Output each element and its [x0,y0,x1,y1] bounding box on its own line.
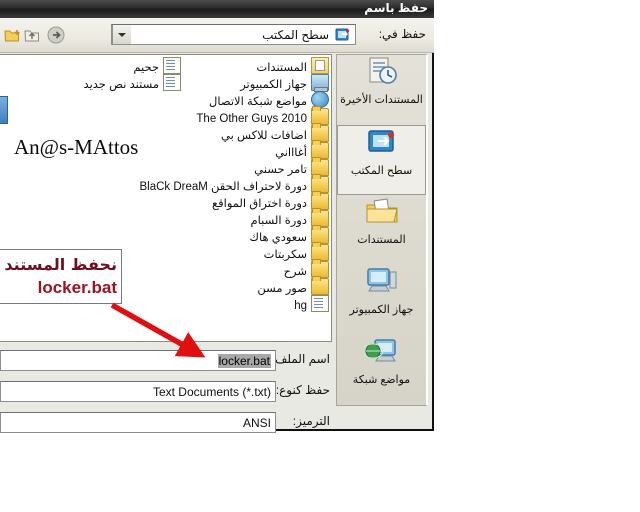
text-document-icon [163,57,181,74]
list-item[interactable]: اضافات للاكس بي [183,123,331,142]
list-item-label: جهاز الكمبيوتر [240,79,307,91]
new-folder-icon[interactable] [2,25,22,45]
callout-line-2: locker.bat [37,278,117,297]
list-item-label: مستند نص جديد [83,79,159,91]
place-label: المستندات [357,234,406,246]
annotation-arrow-icon [110,302,206,358]
place-my-documents[interactable]: المستندات [337,195,426,265]
encoding-combobox[interactable]: ANSI [0,412,276,433]
list-item[interactable]: أغاااني [183,140,331,159]
place-recent-documents[interactable]: المستندات الأخيرة [337,55,426,125]
list-item-label: صور مسن [257,283,307,295]
my-computer-icon [364,268,400,303]
chevron-down-icon[interactable] [112,25,131,44]
save-as-type-row: حفظ كنوع: Text Documents (*.txt) [0,381,330,402]
list-item-label: hg [294,300,307,312]
place-label: سطح المكتب [350,165,413,177]
place-label: جهاز الكمبيوتر [349,304,414,316]
file-list-column-1: المستندات جهاز الكمبيوتر مواضع شبكة الات… [139,55,331,312]
desktop-icon [335,27,351,43]
list-item-label: المستندات [256,62,307,74]
file-name-label: اسم الملف: [271,352,330,366]
list-item-label: The Other Guys 2010 [196,113,307,125]
look-in-combobox[interactable]: سطح المكتب [111,24,356,45]
my-documents-icon [364,198,400,233]
list-item[interactable]: مستند نص جديد [13,74,183,91]
place-desktop[interactable]: سطح المكتب [337,125,426,195]
list-item[interactable]: جهاز الكمبيوتر [183,74,331,92]
save-as-type-label: حفظ كنوع: [275,383,330,397]
encoding-value: ANSI [242,416,271,430]
folder-up-icon[interactable] [22,25,42,45]
list-item[interactable]: سكربتات [183,242,331,261]
text-document-icon [163,74,181,91]
list-item[interactable]: المستندات [183,57,331,74]
look-in-label: حفظ في: [378,27,426,41]
list-item-label: أغاااني [275,147,307,159]
window-title: حفظ باسم [364,1,428,15]
places-bar: المستندات الأخيرة سطح المكتب المستندات ج… [336,54,428,406]
recent-documents-icon [364,57,400,93]
list-item-label: تامر حسني [254,164,307,176]
encoding-label: الترميز: [292,414,330,428]
list-item-label: سكربتات [263,249,307,261]
title-bar: حفظ باسم [0,0,434,18]
list-item[interactable]: جحيم [13,57,183,74]
look-in-value: سطح المكتب [262,28,329,42]
list-item[interactable]: شرح [183,259,331,278]
list-item[interactable]: دورة لاحتراف الحقن BlaCk DreaM [139,174,331,193]
place-network-places[interactable]: مواضع شبكة [337,335,426,405]
list-item-label: شرح [283,266,307,278]
list-item[interactable]: دورة السبام [183,208,331,227]
list-item[interactable]: مواضع شبكة الاتصال [183,91,331,108]
annotation-callout-box: نحفظ المستند ب locker.bat [0,249,122,304]
place-label: مواضع شبكة [352,374,411,386]
watermark-text: An@s-MAttos [14,135,139,159]
back-arrow-icon[interactable] [46,25,66,45]
network-places-icon [362,339,400,373]
callout-line-1: نحفظ المستند ب [0,255,117,274]
list-item[interactable]: دورة اختراق المواقع [183,191,331,210]
list-item[interactable]: The Other Guys 2010 [183,106,331,125]
list-item[interactable]: صور مسن [183,276,331,295]
text-document-icon [311,295,329,312]
my-documents-icon [311,57,329,74]
list-item-label: جحيم [133,62,159,74]
toolbar: حفظ في: سطح المكتب [0,18,434,53]
folder-icon [311,276,329,295]
list-item-label: اضافات للاكس بي [221,130,307,142]
place-my-computer[interactable]: جهاز الكمبيوتر [337,265,426,335]
file-name-value: locker.bat [217,354,271,368]
list-item[interactable]: تامر حسني [183,157,331,176]
save-as-type-value: Text Documents (*.txt) [152,385,271,399]
list-item[interactable]: سعودي هاك [183,225,331,244]
list-item-label: سعودي هاك [249,232,308,244]
list-item-label: مواضع شبكة الاتصال [209,96,307,108]
save-as-dialog: حفظ باسم حفظ في: سطح المكتب المستندات ال… [0,0,434,433]
save-as-type-combobox[interactable]: Text Documents (*.txt) [0,381,276,402]
place-label: المستندات الأخيرة [340,94,423,106]
list-item-label: دورة السبام [250,215,307,227]
encoding-row: الترميز: ANSI [0,412,330,433]
clipped-window-edge [0,96,8,124]
list-item-label: دورة اختراق المواقع [212,198,307,210]
my-computer-icon [311,74,329,92]
desktop-icon [364,130,400,164]
